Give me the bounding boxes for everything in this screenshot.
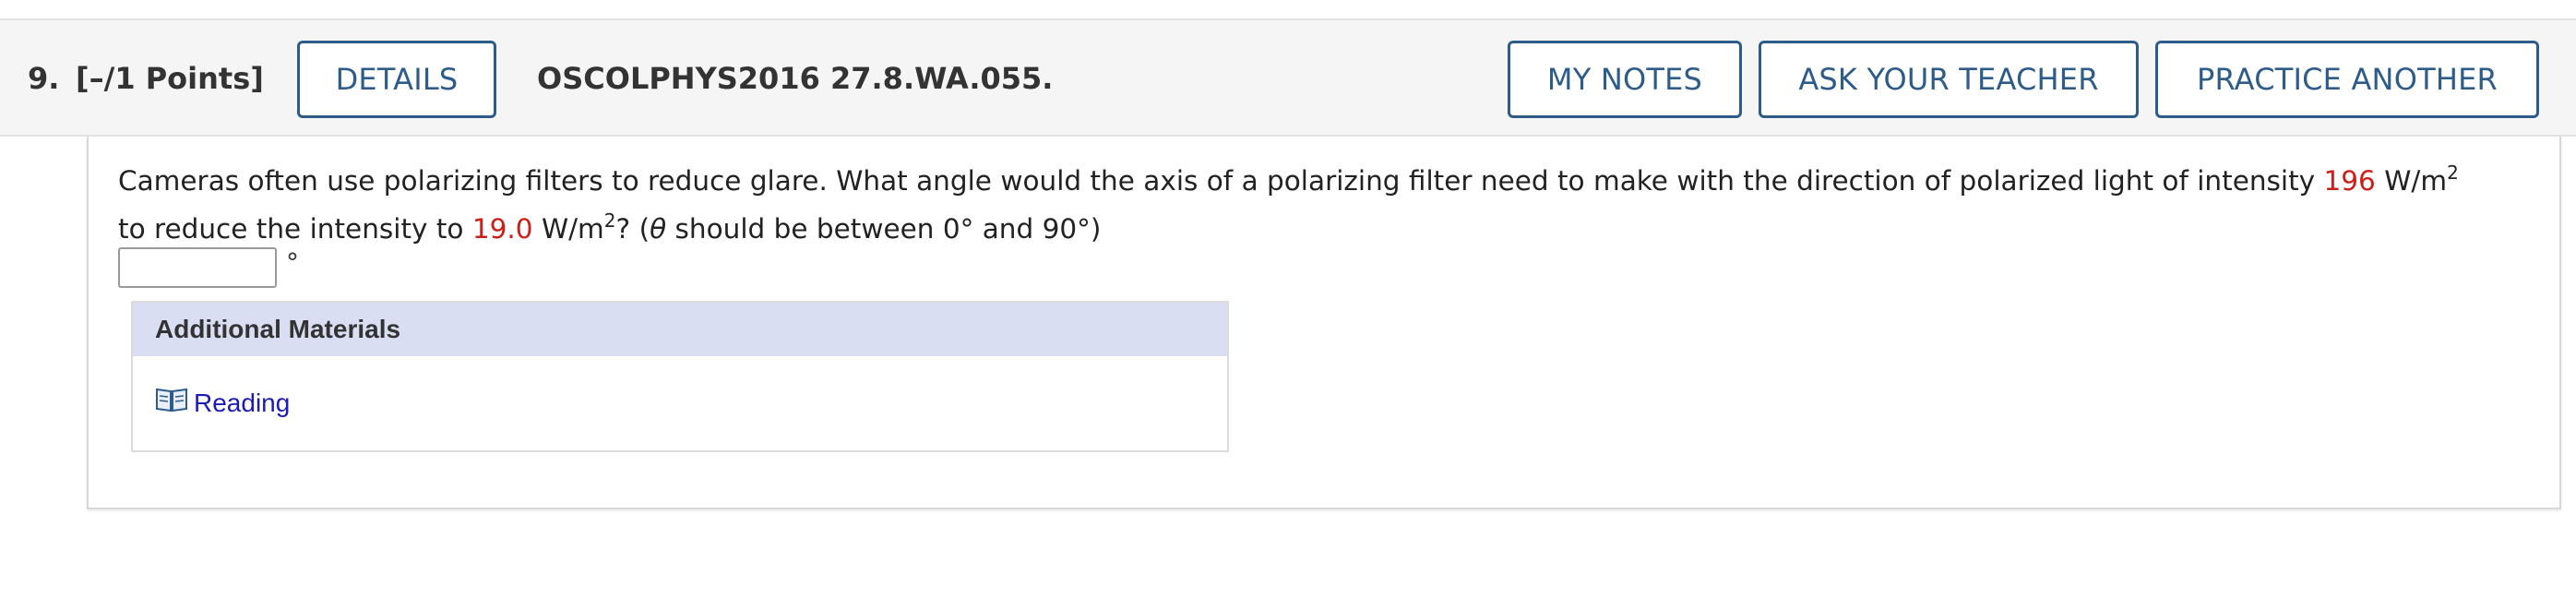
question-code: OSCOLPHYS2016 27.8.WA.055. (537, 61, 1054, 96)
unit-2: W/m2 (541, 211, 616, 245)
question-text-part3: ? ( (615, 213, 650, 245)
question-header: 9. [–/1 Points] DETAILS OSCOLPHYS2016 27… (0, 18, 2576, 137)
unit-2-exponent: 2 (603, 209, 616, 232)
question-text-part2: to reduce the intensity to (118, 213, 472, 245)
intensity-value-2: 19.0 (471, 213, 533, 245)
points-label: [–/1 Points] (76, 61, 264, 96)
my-notes-button[interactable]: MY NOTES (1508, 41, 1742, 118)
book-icon (155, 386, 188, 420)
question-text-part1: Cameras often use polarizing filters to … (118, 165, 2324, 197)
intensity-value-1: 196 (2323, 165, 2376, 197)
answer-input[interactable] (118, 247, 277, 288)
unit-1-exponent: 2 (2447, 161, 2459, 184)
question-text: Cameras often use polarizing filters to … (118, 157, 2480, 253)
theta-symbol: θ (650, 213, 667, 245)
question-number: 9. (28, 61, 60, 96)
degree-unit: ° (286, 247, 299, 278)
additional-materials-title: Additional Materials (133, 303, 1227, 356)
question-text-part4: should be between 0° and 90°) (666, 213, 1102, 245)
additional-materials-panel: Additional Materials Reading (131, 301, 1229, 452)
unit-1: W/m2 (2384, 163, 2459, 197)
unit-2-base: W/m (541, 213, 604, 245)
reading-link[interactable]: Reading (155, 386, 290, 420)
reading-label: Reading (194, 388, 291, 417)
details-button[interactable]: DETAILS (297, 41, 496, 118)
practice-another-button[interactable]: PRACTICE ANOTHER (2155, 41, 2539, 118)
unit-1-base: W/m (2384, 165, 2448, 197)
ask-your-teacher-button[interactable]: ASK YOUR TEACHER (1759, 41, 2139, 118)
